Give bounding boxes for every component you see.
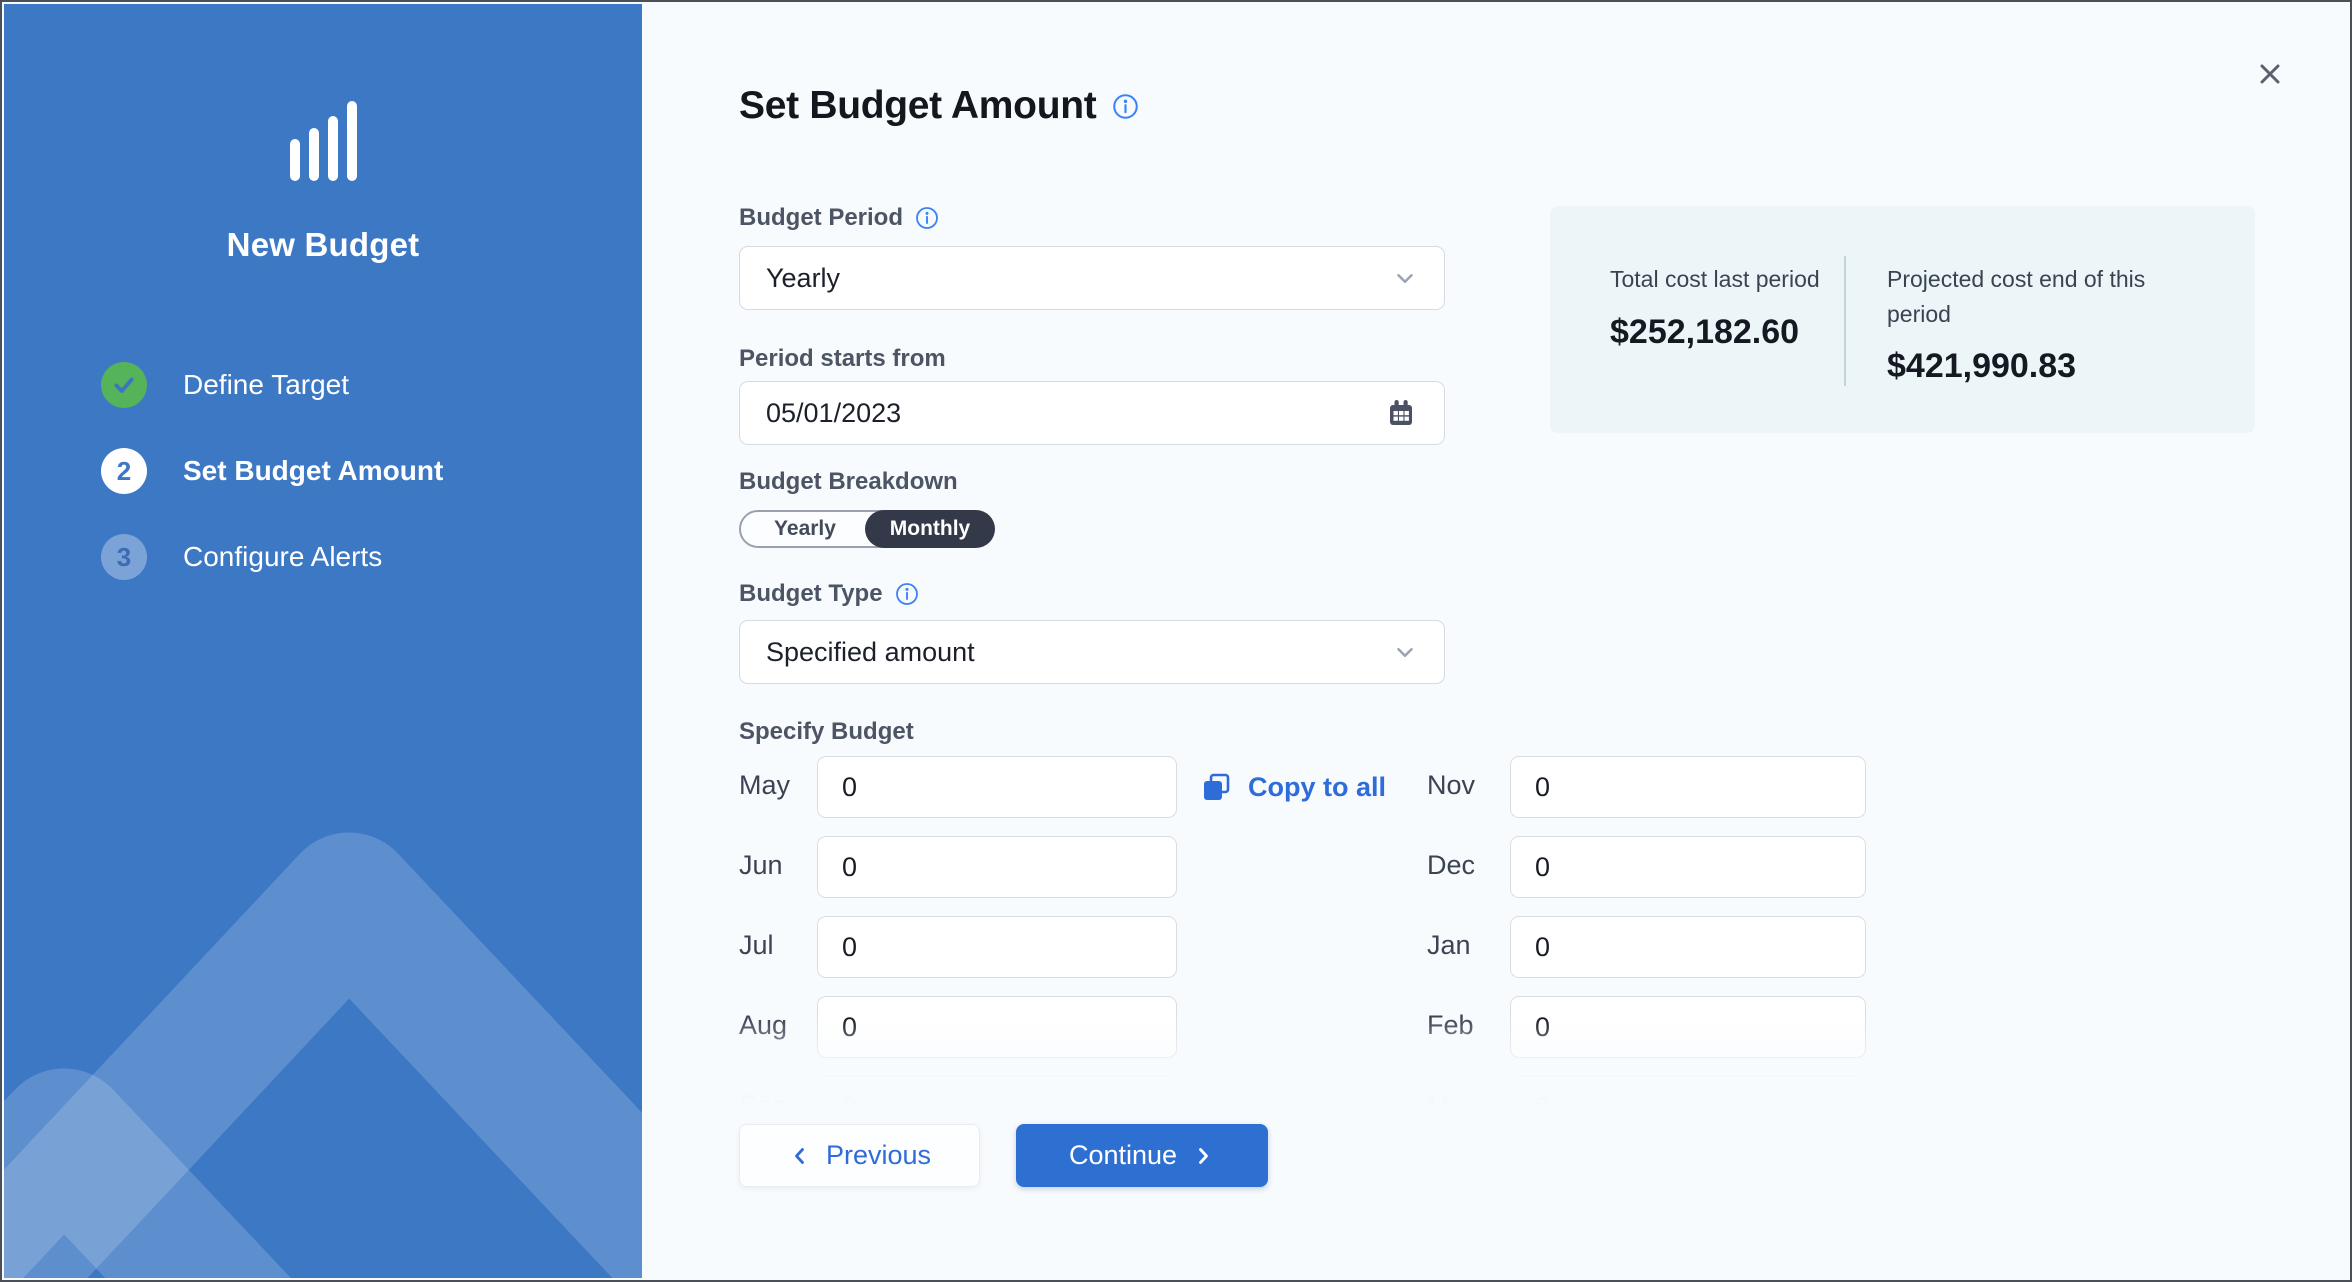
month-amount-input[interactable]	[1510, 836, 1866, 898]
wizard-steps: Define Target 2 Set Budget Amount 3 Conf…	[101, 362, 443, 620]
wizard-sidebar: New Budget Define Target 2 Set Budget Am…	[4, 4, 642, 1278]
total-cost-label: Total cost last period	[1610, 262, 1825, 297]
dialog-body: Set Budget Amount Total cost last period…	[642, 4, 2348, 1278]
projected-cost-label: Projected cost end of this period	[1887, 262, 2207, 331]
info-icon[interactable]	[915, 206, 939, 230]
month-amount-input[interactable]	[1510, 756, 1866, 818]
month-amount-input[interactable]	[1510, 916, 1866, 978]
month-label: May	[739, 770, 790, 801]
month-label: Mar	[1427, 1090, 1474, 1106]
stats-divider	[1844, 256, 1846, 386]
month-amount-input[interactable]	[817, 836, 1177, 898]
step-complete-circle	[101, 362, 147, 408]
budget-breakdown-toggle[interactable]: Yearly Monthly	[739, 510, 991, 548]
month-amount-input[interactable]	[817, 756, 1177, 818]
toggle-option-monthly[interactable]: Monthly	[865, 510, 995, 548]
check-icon	[111, 372, 137, 398]
month-amount-input[interactable]	[1510, 1076, 1866, 1106]
toggle-option-yearly[interactable]: Yearly	[741, 512, 869, 546]
step-label: Define Target	[183, 369, 349, 401]
continue-label: Continue	[1069, 1140, 1177, 1171]
continue-button[interactable]: Continue	[1016, 1124, 1268, 1187]
month-label: Jun	[739, 850, 783, 881]
specify-budget-label: Specify Budget	[739, 718, 914, 746]
page-title: Set Budget Amount	[739, 84, 1096, 128]
chevron-right-icon	[1191, 1144, 1215, 1168]
month-amount-input[interactable]	[817, 916, 1177, 978]
budget-type-select[interactable]: Specified amount	[739, 620, 1445, 684]
month-label: Nov	[1427, 770, 1475, 801]
cost-summary-card: Total cost last period $252,182.60 Proje…	[1550, 206, 2255, 433]
copy-to-all-label: Copy to all	[1248, 772, 1386, 803]
calendar-icon[interactable]	[1384, 396, 1418, 430]
chevron-down-icon	[1392, 639, 1418, 665]
month-label: Sep	[739, 1090, 787, 1106]
previous-label: Previous	[826, 1140, 931, 1171]
previous-button[interactable]: Previous	[739, 1124, 980, 1187]
month-amount-input[interactable]	[817, 996, 1177, 1058]
step-configure-alerts[interactable]: 3 Configure Alerts	[101, 534, 443, 580]
step-label: Set Budget Amount	[183, 455, 443, 487]
wizard-title: New Budget	[4, 226, 642, 264]
bar-chart-logo-icon	[4, 101, 642, 181]
chevron-down-icon	[1392, 265, 1418, 291]
new-budget-dialog: New Budget Define Target 2 Set Budget Am…	[0, 0, 2352, 1282]
period-starts-value: 05/01/2023	[766, 398, 901, 429]
step-set-budget-amount[interactable]: 2 Set Budget Amount	[101, 448, 443, 494]
budget-type-label: Budget Type	[739, 580, 883, 608]
info-icon[interactable]	[895, 582, 919, 606]
budget-period-select[interactable]: Yearly	[739, 246, 1445, 310]
projected-cost-value: $421,990.83	[1887, 347, 2207, 386]
budget-period-value: Yearly	[766, 263, 840, 294]
chevron-left-icon	[788, 1144, 812, 1168]
month-amount-input[interactable]	[817, 1076, 1177, 1106]
month-label: Jul	[739, 930, 774, 961]
budget-type-value: Specified amount	[766, 637, 975, 668]
total-cost-value: $252,182.60	[1610, 313, 1825, 352]
brand-watermark-icon	[4, 818, 642, 1278]
budget-breakdown-label: Budget Breakdown	[739, 468, 958, 496]
step-number-circle: 3	[101, 534, 147, 580]
step-label: Configure Alerts	[183, 541, 382, 573]
close-icon[interactable]	[2254, 58, 2286, 90]
info-icon[interactable]	[1112, 93, 1139, 120]
month-amount-input[interactable]	[1510, 996, 1866, 1058]
month-label: Aug	[739, 1010, 787, 1041]
step-number-circle: 2	[101, 448, 147, 494]
budget-period-label: Budget Period	[739, 204, 903, 232]
period-starts-label: Period starts from	[739, 345, 946, 373]
month-label: Jan	[1427, 930, 1471, 961]
copy-icon	[1200, 770, 1234, 804]
month-label: Feb	[1427, 1010, 1474, 1041]
copy-to-all-button[interactable]: Copy to all	[1200, 770, 1386, 804]
step-define-target[interactable]: Define Target	[101, 362, 443, 408]
month-label: Dec	[1427, 850, 1475, 881]
period-starts-input[interactable]: 05/01/2023	[739, 381, 1445, 445]
